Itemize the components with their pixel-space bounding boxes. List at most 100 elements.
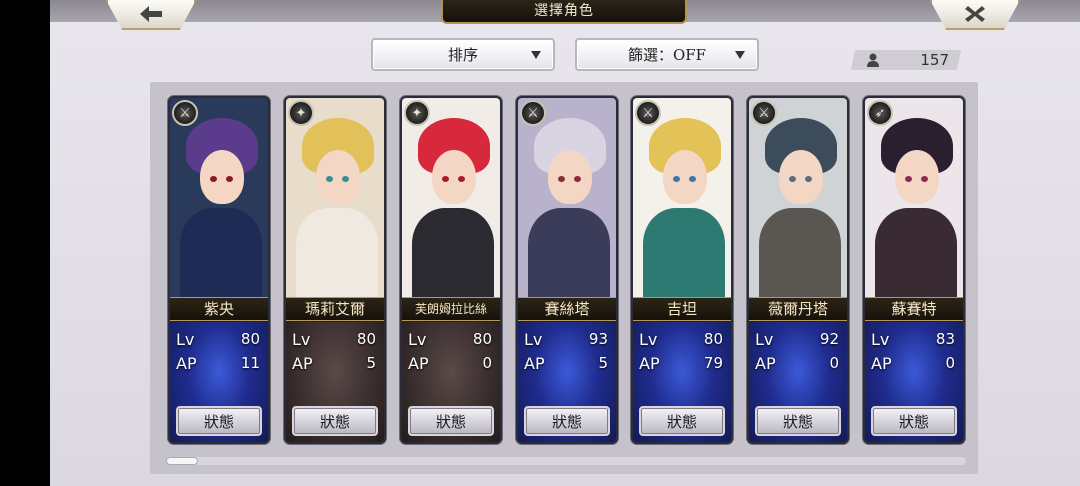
character-name: 瑪莉艾爾 [286, 297, 384, 321]
ap-label: AP [755, 353, 776, 373]
character-card[interactable]: ✦ 瑪莉艾爾 Lv 80 AP 5 狀態 [284, 96, 386, 444]
character-card[interactable]: ⚔ 薇爾丹塔 Lv 92 AP 0 狀態 [747, 96, 849, 444]
ap-row: AP 0 [408, 352, 492, 374]
level-label: Lv [639, 329, 658, 349]
portrait-face [895, 150, 939, 204]
portrait-face [663, 150, 707, 204]
character-portrait [286, 98, 384, 298]
portrait-eye [326, 176, 333, 182]
character-card[interactable]: ➶ 蘇賽特 Lv 83 AP 0 狀態 [863, 96, 965, 444]
portrait-eye [226, 176, 233, 182]
ap-label: AP [292, 353, 313, 373]
character-card[interactable]: ⚔ 紫央 Lv 80 AP 11 狀態 [168, 96, 270, 444]
portrait-body [412, 208, 494, 298]
level-label: Lv [755, 329, 774, 349]
ap-value: 0 [829, 354, 839, 372]
level-value: 83 [935, 330, 955, 348]
level-label: Lv [176, 329, 195, 349]
back-button[interactable] [106, 0, 196, 30]
ap-label: AP [639, 353, 660, 373]
ap-value: 79 [703, 354, 723, 372]
character-card[interactable]: ⚔ 賽絲塔 Lv 93 AP 5 狀態 [516, 96, 618, 444]
staff-icon: ✦ [288, 100, 314, 126]
ap-value: 0 [482, 354, 492, 372]
portrait-eye [789, 176, 796, 182]
portrait-eye [673, 176, 680, 182]
close-button[interactable] [930, 0, 1020, 30]
character-name: 薇爾丹塔 [749, 297, 847, 321]
character-count: 157 [853, 50, 959, 70]
ap-label: AP [524, 353, 545, 373]
chevron-down-icon [531, 51, 541, 59]
portrait-eye [921, 176, 928, 182]
screen-title: 選擇角色 [441, 0, 687, 24]
status-button[interactable]: 狀態 [524, 406, 610, 436]
portrait-eye [689, 176, 696, 182]
level-row: Lv 92 [755, 328, 839, 350]
ap-value: 5 [598, 354, 608, 372]
horizontal-scrollbar[interactable] [166, 457, 966, 465]
close-icon [965, 6, 985, 22]
level-value: 80 [472, 330, 492, 348]
status-button[interactable]: 狀態 [639, 406, 725, 436]
ap-row: AP 11 [176, 352, 260, 374]
filter-dropdown[interactable]: 篩選：OFF [575, 38, 759, 71]
ap-label: AP [871, 353, 892, 373]
status-button[interactable]: 狀態 [176, 406, 262, 436]
ap-label: AP [176, 353, 197, 373]
portrait-body [875, 208, 957, 298]
scrollbar-thumb[interactable] [166, 457, 198, 465]
level-row: Lv 80 [176, 328, 260, 350]
bow-icon: ➶ [867, 100, 893, 126]
portrait-eye [342, 176, 349, 182]
level-value: 92 [819, 330, 839, 348]
status-button[interactable]: 狀態 [755, 406, 841, 436]
level-value: 80 [703, 330, 723, 348]
character-portrait [170, 98, 268, 298]
status-button[interactable]: 狀態 [292, 406, 378, 436]
portrait-body [296, 208, 378, 298]
sword-icon: ⚔ [751, 100, 777, 126]
character-stats: Lv 93 AP 5 狀態 [518, 322, 616, 442]
character-stats: Lv 92 AP 0 狀態 [749, 322, 847, 442]
level-value: 93 [588, 330, 608, 348]
character-stats: Lv 80 AP 0 狀態 [402, 322, 500, 442]
status-button[interactable]: 狀態 [408, 406, 494, 436]
character-name: 芙朗姆拉比絲 [402, 297, 500, 321]
level-row: Lv 80 [292, 328, 376, 350]
character-portrait [633, 98, 731, 298]
portrait-body [528, 208, 610, 298]
character-name: 吉坦 [633, 297, 731, 321]
level-row: Lv 83 [871, 328, 955, 350]
filter-dropdown-label: 篩選：OFF [627, 46, 707, 64]
sort-dropdown-label: 排序 [447, 46, 478, 64]
portrait-face [316, 150, 360, 204]
ap-row: AP 0 [755, 352, 839, 374]
level-value: 80 [240, 330, 260, 348]
portrait-eye [574, 176, 581, 182]
level-label: Lv [871, 329, 890, 349]
ap-value: 5 [366, 354, 376, 372]
character-portrait [518, 98, 616, 298]
portrait-face [432, 150, 476, 204]
character-portrait [865, 98, 963, 298]
portrait-body [180, 208, 262, 298]
chevron-down-icon [735, 51, 745, 59]
ap-row: AP 5 [524, 352, 608, 374]
character-stats: Lv 83 AP 0 狀態 [865, 322, 963, 442]
character-card[interactable]: ✦ 芙朗姆拉比絲 Lv 80 AP 0 狀態 [400, 96, 502, 444]
portrait-face [779, 150, 823, 204]
ap-row: AP 0 [871, 352, 955, 374]
level-label: Lv [524, 329, 543, 349]
portrait-face [200, 150, 244, 204]
status-button[interactable]: 狀態 [871, 406, 957, 436]
portrait-eye [442, 176, 449, 182]
character-card[interactable]: ⚔ 吉坦 Lv 80 AP 79 狀態 [631, 96, 733, 444]
level-label: Lv [292, 329, 311, 349]
sword-icon: ⚔ [172, 100, 198, 126]
character-portrait [402, 98, 500, 298]
character-count-value: 157 [920, 51, 949, 69]
character-name: 蘇賽特 [865, 297, 963, 321]
sort-dropdown[interactable]: 排序 [371, 38, 555, 71]
level-row: Lv 93 [524, 328, 608, 350]
